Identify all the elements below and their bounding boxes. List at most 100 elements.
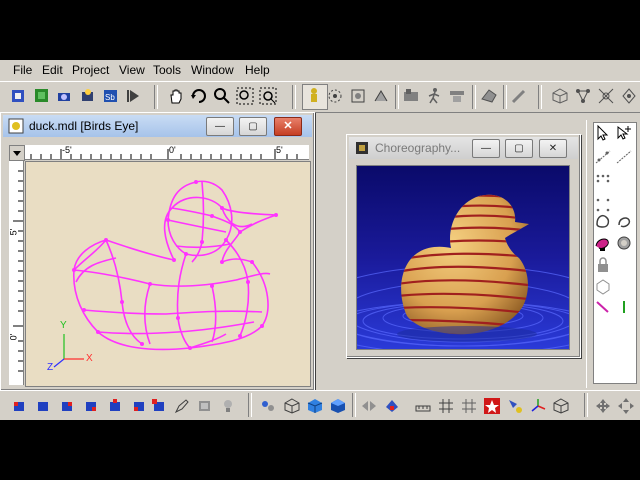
stamp-icon[interactable]: [196, 397, 214, 415]
ruler-corner-button[interactable]: [9, 145, 25, 161]
cp-icon[interactable]: [597, 87, 615, 105]
zoom-icon[interactable]: [213, 87, 231, 105]
nodes-icon[interactable]: [574, 87, 592, 105]
render-icon[interactable]: [480, 87, 498, 105]
ruler-left-label: 0': [8, 333, 19, 341]
wire-cube-icon[interactable]: [283, 397, 301, 415]
walk-icon[interactable]: [425, 87, 443, 105]
cube-icon[interactable]: [551, 87, 569, 105]
hand-pan-icon[interactable]: [167, 87, 185, 105]
rotate-icon[interactable]: [190, 87, 208, 105]
zoom-fit-icon[interactable]: [236, 87, 254, 105]
axis-y-label: Y: [60, 320, 67, 331]
cube-select-icon[interactable]: [150, 397, 168, 415]
axis-icon[interactable]: [529, 397, 547, 415]
model-maximize-button[interactable]: ▢: [239, 117, 267, 136]
menu-tools[interactable]: Tools: [153, 63, 181, 77]
model-window[interactable]: duck.mdl [Birds Eye] — ▢ ✕ -5' 0' 5' 5': [0, 112, 315, 391]
import-icon[interactable]: [33, 87, 51, 105]
add-mode-icon[interactable]: [615, 124, 633, 142]
hash-icon[interactable]: [460, 397, 478, 415]
cube-red-icon[interactable]: [10, 397, 28, 415]
render-view[interactable]: [356, 165, 570, 350]
menu-help[interactable]: Help: [245, 63, 270, 77]
application-window: File Edit Project View Tools Window Help…: [0, 60, 640, 420]
cube-mix-icon[interactable]: [130, 397, 148, 415]
grid-toggle-icon[interactable]: [437, 397, 455, 415]
lock-icon[interactable]: [594, 256, 612, 274]
ruler-top: -5' 0' 5': [25, 145, 309, 160]
toolbar-separator: [248, 393, 252, 417]
cube-blue-icon[interactable]: [34, 397, 52, 415]
select-arrow-icon[interactable]: [594, 124, 612, 142]
ruler-top-label: 5': [276, 145, 283, 155]
model-close-button[interactable]: ✕: [274, 117, 302, 136]
line-green-icon[interactable]: [615, 298, 633, 316]
snap-icon[interactable]: [506, 397, 524, 415]
model-viewport[interactable]: Y X Z: [25, 161, 311, 387]
lathe-icon[interactable]: [620, 87, 638, 105]
scale-icon[interactable]: [617, 397, 635, 415]
toolbar-separator: [472, 85, 476, 109]
solid-cube-icon[interactable]: [306, 397, 324, 415]
menu-view[interactable]: View: [119, 63, 145, 77]
cube-blue4-icon[interactable]: [106, 397, 124, 415]
light-icon[interactable]: [79, 87, 97, 105]
magnet-icon[interactable]: [594, 278, 612, 296]
move-icon[interactable]: [594, 397, 612, 415]
render-window[interactable]: Choreography... — ▢ ✕: [346, 134, 581, 358]
toolbar-separator: [395, 85, 399, 109]
cube-blue3-icon[interactable]: [82, 397, 100, 415]
pen-icon[interactable]: [173, 397, 191, 415]
action-icon[interactable]: [402, 87, 420, 105]
paint-icon[interactable]: [594, 234, 612, 252]
svg-text:Sb: Sb: [105, 93, 115, 102]
hook-icon[interactable]: [372, 87, 390, 105]
zoom-all-icon[interactable]: [259, 87, 277, 105]
ruler-left: 5' 0': [8, 161, 24, 385]
light-bulb-icon[interactable]: [219, 397, 237, 415]
toolbar-separator: [292, 85, 296, 109]
edit-icon[interactable]: [510, 87, 528, 105]
ruler-left-ticks: [13, 170, 23, 372]
star-icon[interactable]: [483, 397, 501, 415]
model-window-titlebar[interactable]: duck.mdl [Birds Eye] — ▢ ✕: [3, 115, 312, 137]
flag-icon[interactable]: [383, 397, 401, 415]
grid-icon[interactable]: [594, 172, 612, 190]
measure-icon[interactable]: [414, 397, 432, 415]
decal-icon[interactable]: [615, 234, 633, 252]
group-icon[interactable]: [326, 87, 344, 105]
model-minimize-button[interactable]: —: [206, 117, 234, 136]
toolbar-separator: [538, 85, 542, 109]
rubber-duck-render: [357, 166, 569, 349]
play-icon[interactable]: [125, 87, 143, 105]
render-minimize-button[interactable]: —: [472, 139, 500, 158]
toolbar-separator: [503, 85, 507, 109]
spline-icon[interactable]: [594, 148, 612, 166]
morph-icon[interactable]: [349, 87, 367, 105]
line-icon[interactable]: [594, 298, 612, 316]
cube-blue2-icon[interactable]: [58, 397, 76, 415]
patch-icon[interactable]: [615, 148, 633, 166]
arrows-icon[interactable]: [360, 397, 378, 415]
render-close-button[interactable]: ✕: [539, 139, 567, 158]
extrude-icon[interactable]: [615, 212, 633, 230]
new-model-icon[interactable]: [10, 87, 28, 105]
camera-icon[interactable]: [56, 87, 74, 105]
menu-window[interactable]: Window: [191, 63, 234, 77]
render-maximize-button[interactable]: ▢: [505, 139, 533, 158]
model-file-icon: [8, 118, 24, 134]
shaded-cube-icon[interactable]: [329, 397, 347, 415]
atoms-icon[interactable]: [260, 397, 278, 415]
model-window-title: duck.mdl [Birds Eye]: [29, 119, 139, 133]
render-window-titlebar[interactable]: Choreography... — ▢ ✕: [349, 137, 578, 159]
toolbar-separator: [584, 393, 588, 417]
box-icon[interactable]: [552, 397, 570, 415]
save-icon[interactable]: Sb: [102, 87, 120, 105]
skin-icon[interactable]: [448, 87, 466, 105]
menu-edit[interactable]: Edit: [42, 63, 63, 77]
menu-file[interactable]: File: [13, 63, 32, 77]
shape-icon[interactable]: [594, 212, 612, 230]
menu-project[interactable]: Project: [72, 63, 109, 77]
render-window-title: Choreography...: [375, 141, 461, 155]
